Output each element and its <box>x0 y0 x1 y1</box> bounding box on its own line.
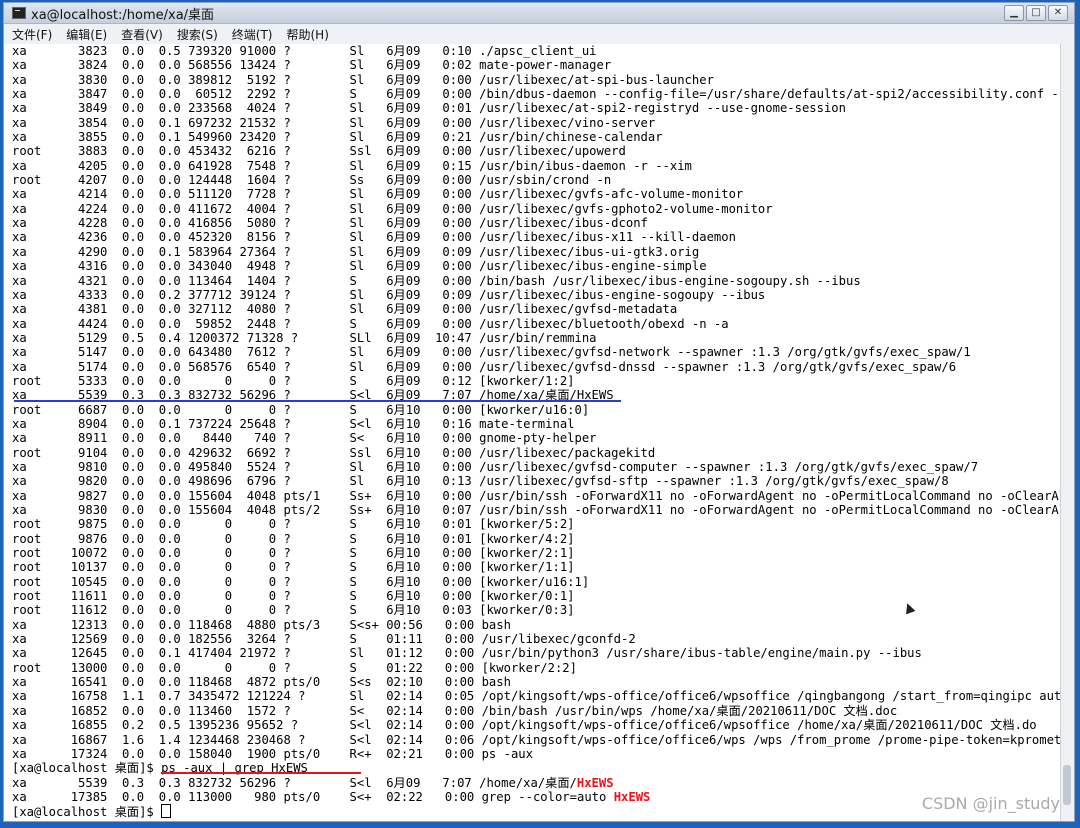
close-button[interactable]: ✕ <box>1048 5 1068 21</box>
watermark: CSDN @jin_study <box>921 794 1060 813</box>
annotation-underline-red <box>161 772 361 774</box>
menu-bar: 文件(F) 编辑(E) 查看(V) 搜索(S) 终端(T) 帮助(H) <box>4 24 1074 45</box>
process-line: xa 16855 0.2 0.5 1395236 95652 ? S<l 02:… <box>12 718 1037 733</box>
scrollbar-thumb[interactable] <box>1063 765 1071 805</box>
process-line: root 10545 0.0 0.0 0 0 ? S 6月10 0:00 [kw… <box>12 574 590 589</box>
process-line: xa 4290 0.0 0.1 583964 27364 ? Sl 6月09 0… <box>12 244 700 259</box>
window-controls: ▁ □ ✕ <box>1004 5 1068 21</box>
process-line: xa 4236 0.0 0.0 452320 8156 ? Sl 6月09 0:… <box>12 230 736 245</box>
process-line: root 10072 0.0 0.0 0 0 ? S 6月10 0:00 [kw… <box>12 546 575 561</box>
process-line: xa 3824 0.0 0.0 568556 13424 ? Sl 6月09 0… <box>12 58 612 73</box>
process-line: xa 4321 0.0 0.0 113464 1404 ? S 6月09 0:0… <box>12 273 861 288</box>
annotation-underline-blue <box>14 400 621 402</box>
process-line: root 9875 0.0 0.0 0 0 ? S 6月10 0:01 [kwo… <box>12 517 575 532</box>
process-line: xa 4333 0.0 0.2 377712 39124 ? Sl 6月09 0… <box>12 287 766 302</box>
process-line: xa 5174 0.0 0.0 568576 6540 ? Sl 6月09 0:… <box>12 359 957 374</box>
process-line: root 13000 0.0 0.0 0 0 ? S 01:22 0:00 [k… <box>12 660 577 675</box>
grep-result-line: xa 5539 0.3 0.3 832732 56296 ? S<l 6月09 … <box>4 776 1062 790</box>
text-cursor <box>161 804 172 819</box>
process-line: xa 9827 0.0 0.0 155604 4048 pts/1 Ss+ 6月… <box>12 488 1062 503</box>
process-list: xa 3823 0.0 0.5 739320 91000 ? Sl 6月09 0… <box>4 44 1062 761</box>
process-line: xa 12313 0.0 0.0 118468 4880 pts/3 S<s+ … <box>12 617 511 632</box>
process-line: xa 5129 0.5 0.4 1200372 71328 ? SLl 6月09… <box>12 330 597 345</box>
process-line: xa 4381 0.0 0.0 327112 4080 ? Sl 6月09 0:… <box>12 302 678 317</box>
process-line: xa 16541 0.0 0.0 118468 4872 pts/0 S<s 0… <box>12 675 511 690</box>
menu-view[interactable]: 查看(V) <box>121 26 163 43</box>
process-line: xa 3849 0.0 0.0 233568 4024 ? Sl 6月09 0:… <box>12 101 846 116</box>
menu-search[interactable]: 搜索(S) <box>177 26 218 43</box>
process-line: root 5333 0.0 0.0 0 0 ? S 6月09 0:12 [kwo… <box>12 373 575 388</box>
title-bar[interactable]: xa@localhost:/home/xa/桌面 ▁ □ ✕ <box>4 3 1074 24</box>
process-line: xa 4424 0.0 0.0 59852 2448 ? S 6月09 0:00… <box>12 316 729 331</box>
process-line: root 3883 0.0 0.0 453432 6216 ? Ssl 6月09… <box>12 144 626 159</box>
prompt: [xa@localhost 桌面]$ <box>12 805 162 820</box>
process-line: xa 16852 0.0 0.0 113460 1572 ? S< 02:14 … <box>12 703 898 718</box>
grep-match: HxEWS <box>613 789 651 804</box>
grep-match: HxEWS <box>576 775 614 790</box>
prompt: [xa@localhost 桌面]$ <box>12 761 162 776</box>
window-title: xa@localhost:/home/xa/桌面 <box>31 7 215 23</box>
process-line: xa 3847 0.0 0.0 60512 2292 ? S 6月09 0:00… <box>12 87 1062 102</box>
grep-result-text: xa 17385 0.0 0.0 113000 980 pts/0 S<+ 02… <box>12 789 614 804</box>
process-line: xa 4224 0.0 0.0 411672 4004 ? Sl 6月09 0:… <box>12 201 773 216</box>
process-line: xa 4228 0.0 0.0 416856 5080 ? Sl 6月09 0:… <box>12 216 648 231</box>
menu-terminal[interactable]: 终端(T) <box>232 26 273 43</box>
minimize-button[interactable]: ▁ <box>1004 5 1024 21</box>
process-line: xa 8904 0.0 0.1 737224 25648 ? S<l 6月10 … <box>12 416 575 431</box>
grep-result-text: xa 5539 0.3 0.3 832732 56296 ? S<l 6月09 … <box>12 775 577 790</box>
process-line: xa 9820 0.0 0.0 498696 6796 ? Sl 6月10 0:… <box>12 474 949 489</box>
terminal-app-icon <box>12 7 26 19</box>
process-line: xa 4316 0.0 0.0 343040 4948 ? Sl 6月09 0:… <box>12 259 707 274</box>
terminal-window: xa@localhost:/home/xa/桌面 ▁ □ ✕ 文件(F) 编辑(… <box>3 2 1075 822</box>
process-line: xa 9810 0.0 0.0 495840 5524 ? Sl 6月10 0:… <box>12 459 979 474</box>
process-line: xa 3854 0.0 0.1 697232 21532 ? Sl 6月09 0… <box>12 115 656 130</box>
menu-edit[interactable]: 编辑(E) <box>66 26 107 43</box>
menu-file[interactable]: 文件(F) <box>12 26 52 43</box>
process-line: xa 17324 0.0 0.0 158040 1900 pts/0 R<+ 0… <box>12 746 533 761</box>
process-line: xa 12569 0.0 0.0 182556 3264 ? S 01:11 0… <box>12 632 636 647</box>
prompt-line: [xa@localhost 桌面]$ <box>4 804 1062 820</box>
process-line: xa 4205 0.0 0.0 641928 7548 ? Sl 6月09 0:… <box>12 158 692 173</box>
process-line: xa 3855 0.0 0.1 549960 23420 ? Sl 6月09 0… <box>12 130 663 145</box>
process-line: root 6687 0.0 0.0 0 0 ? S 6月10 0:00 [kwo… <box>12 402 590 417</box>
process-line: xa 16758 1.1 0.7 3435472 121224 ? Sl 02:… <box>12 689 1062 704</box>
process-line: xa 12645 0.0 0.1 417404 21972 ? Sl 01:12… <box>12 646 922 661</box>
process-line: xa 16867 1.6 1.4 1234468 230468 ? S<l 02… <box>12 732 1062 747</box>
process-line: root 11611 0.0 0.0 0 0 ? S 6月10 0:00 [kw… <box>12 589 575 604</box>
grep-result-line: xa 17385 0.0 0.0 113000 980 pts/0 S<+ 02… <box>4 790 1062 804</box>
process-line: xa 3823 0.0 0.5 739320 91000 ? Sl 6月09 0… <box>12 44 597 58</box>
process-line: xa 8911 0.0 0.0 8440 740 ? S< 6月10 0:00 … <box>12 431 597 446</box>
process-line: xa 4214 0.0 0.0 511120 7728 ? Sl 6月09 0:… <box>12 187 744 202</box>
process-line: root 10137 0.0 0.0 0 0 ? S 6月10 0:00 [kw… <box>12 560 575 575</box>
maximize-button[interactable]: □ <box>1026 5 1046 21</box>
process-line: xa 3830 0.0 0.0 389812 5192 ? Sl 6月09 0:… <box>12 72 714 87</box>
process-line: root 9876 0.0 0.0 0 0 ? S 6月10 0:01 [kwo… <box>12 531 575 546</box>
process-line: xa 5147 0.0 0.0 643480 7612 ? Sl 6月09 0:… <box>12 345 971 360</box>
process-line: xa 9830 0.0 0.0 155604 4048 pts/2 Ss+ 6月… <box>12 503 1062 517</box>
terminal-output[interactable]: xa 3823 0.0 0.5 739320 91000 ? Sl 6月09 0… <box>4 44 1062 821</box>
vertical-scrollbar[interactable] <box>1060 44 1074 821</box>
process-line: root 9104 0.0 0.0 429632 6692 ? Ssl 6月10… <box>12 445 656 460</box>
menu-help[interactable]: 帮助(H) <box>287 26 329 43</box>
process-line: root 4207 0.0 0.0 124448 1604 ? Ss 6月09 … <box>12 173 612 188</box>
